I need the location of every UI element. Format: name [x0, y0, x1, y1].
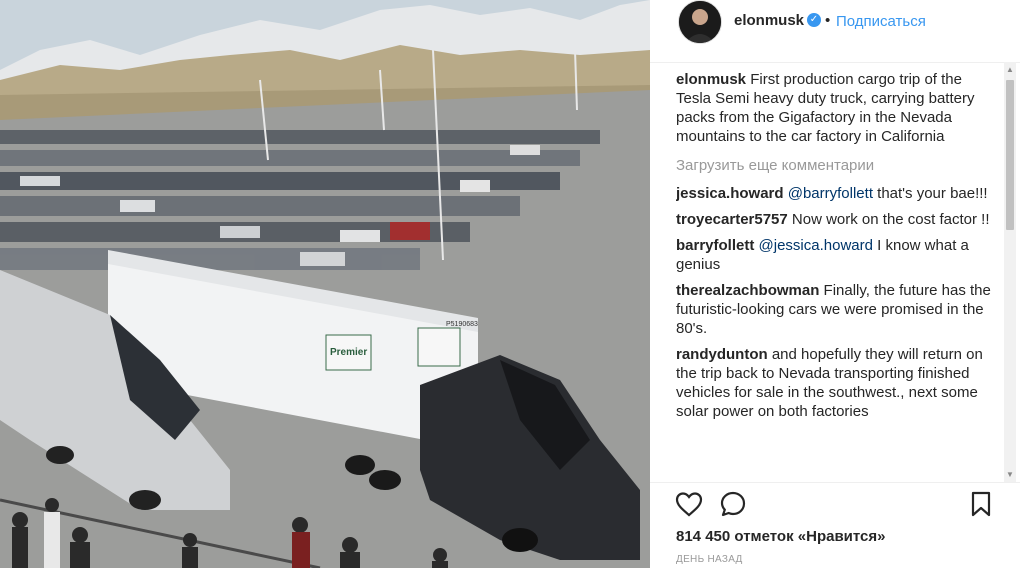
scroll-up-arrow-icon[interactable]: ▲ — [1006, 65, 1014, 74]
follow-button[interactable]: Подписаться — [836, 13, 926, 30]
comment-mention[interactable]: @barryfollett — [788, 185, 873, 202]
comment-username[interactable]: randydunton — [676, 346, 768, 363]
caption-username[interactable]: elonmusk — [676, 71, 746, 88]
comment-username[interactable]: barryfollett — [676, 237, 754, 254]
comment-username[interactable]: therealzachbowman — [676, 282, 819, 299]
comment-item: therealzachbowman Finally, the future ha… — [676, 281, 992, 338]
caption: elonmusk First production cargo trip of … — [676, 70, 992, 146]
load-more-comments-button[interactable]: Загрузить еще комментарии — [676, 156, 992, 175]
avatar[interactable] — [678, 0, 722, 44]
likes-label: отметок «Нравится» — [734, 528, 886, 545]
post-sidebar: elonmusk ✓ • Подписаться elonmusk First … — [650, 0, 1020, 568]
likes-number: 814 450 — [676, 528, 731, 545]
comment-bubble-icon[interactable] — [718, 489, 748, 519]
trailer-number-label: P5190683 — [446, 321, 478, 328]
comment-item: troyecarter5757 Now work on the cost fac… — [676, 210, 992, 229]
trailer-brand-label: Premier — [330, 347, 367, 358]
comment-username[interactable]: jessica.howard — [676, 185, 784, 202]
comment-item: barryfollett @jessica.howard I know what… — [676, 236, 992, 274]
post-header: elonmusk ✓ • Подписаться — [650, 0, 1020, 63]
action-bar — [650, 482, 1020, 523]
comment-mention[interactable]: @jessica.howard — [759, 237, 873, 254]
comment-text: Now work on the cost factor !! — [791, 211, 990, 228]
likes-count[interactable]: 814 450 отметок «Нравится» — [676, 528, 885, 545]
heart-icon[interactable] — [674, 489, 704, 519]
bookmark-icon[interactable] — [966, 489, 996, 519]
comments-list: elonmusk First production cargo trip of … — [676, 70, 992, 480]
separator-dot: • — [825, 12, 831, 29]
comment-username[interactable]: troyecarter5757 — [676, 211, 788, 228]
avatar-image — [679, 1, 721, 43]
username-link[interactable]: elonmusk — [734, 12, 804, 29]
scroll-thumb[interactable] — [1006, 80, 1014, 230]
post-photo[interactable]: Premier P5190683 — [0, 0, 650, 568]
comment-item: jessica.howard @barryfollett that's your… — [676, 184, 992, 203]
tesla-semi-photo: Premier P5190683 — [0, 0, 650, 568]
comment-text: that's your bae!!! — [873, 185, 988, 202]
scroll-down-arrow-icon[interactable]: ▼ — [1006, 470, 1014, 479]
comment-item: randydunton and hopefully they will retu… — [676, 345, 992, 421]
verified-badge-icon: ✓ — [807, 13, 821, 27]
comments-scrollbar[interactable]: ▲ ▼ — [1004, 62, 1016, 482]
post-timestamp[interactable]: ДЕНЬ НАЗАД — [676, 554, 743, 565]
